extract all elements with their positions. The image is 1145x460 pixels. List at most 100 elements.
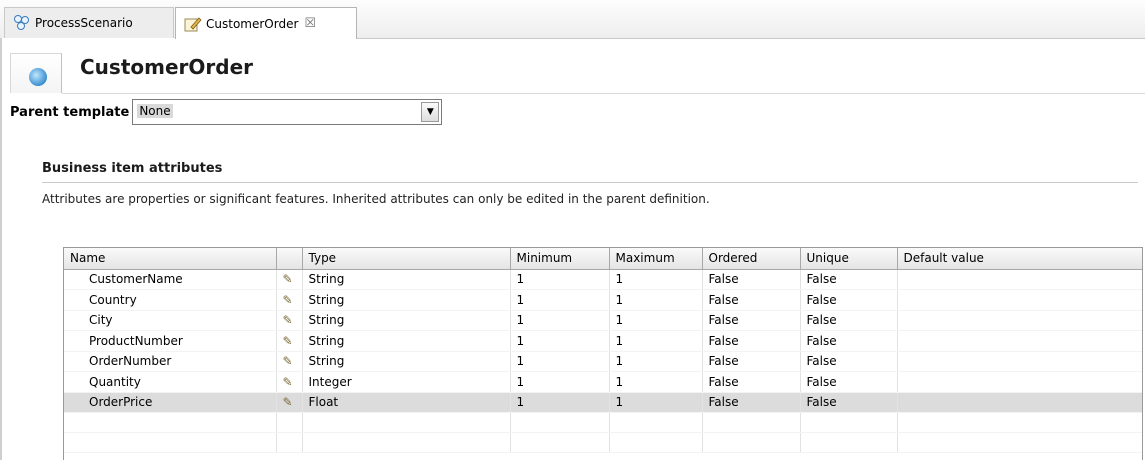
cell-name[interactable]: CustomerName bbox=[64, 269, 277, 290]
cell-empty bbox=[897, 412, 1142, 433]
section-divider bbox=[42, 182, 1138, 183]
cell-maximum[interactable]: 1 bbox=[609, 371, 703, 393]
cell-minimum[interactable]: 1 bbox=[510, 392, 610, 413]
cell-default-value[interactable] bbox=[897, 269, 1142, 290]
table-row[interactable]: OrderNumber ✎ String 1 1 False False bbox=[64, 351, 1142, 372]
pencil-icon[interactable]: ✎ bbox=[276, 269, 303, 290]
column-header-ordered[interactable]: Ordered bbox=[702, 248, 801, 270]
cell-name[interactable]: City bbox=[64, 310, 277, 331]
column-header-name[interactable]: Name bbox=[64, 248, 277, 270]
cell-type[interactable]: String bbox=[302, 351, 511, 372]
cell-empty bbox=[276, 412, 303, 433]
cell-empty bbox=[64, 412, 277, 433]
cell-default-value[interactable] bbox=[897, 330, 1142, 352]
cell-maximum[interactable]: 1 bbox=[609, 330, 703, 352]
parent-template-row: Parent template None ▼ bbox=[10, 96, 443, 128]
tab-process-scenario[interactable]: ProcessScenario bbox=[4, 7, 174, 38]
chevron-down-icon[interactable]: ▼ bbox=[421, 102, 440, 122]
column-header-default-value[interactable]: Default value bbox=[897, 248, 1142, 270]
cell-unique[interactable]: False bbox=[800, 371, 898, 393]
cell-empty bbox=[64, 432, 277, 453]
cell-unique[interactable]: False bbox=[800, 351, 898, 372]
cell-empty bbox=[702, 432, 801, 453]
pencil-icon[interactable]: ✎ bbox=[276, 289, 303, 311]
cell-minimum[interactable]: 1 bbox=[510, 371, 610, 393]
cell-ordered[interactable]: False bbox=[702, 269, 801, 290]
header-icon-box bbox=[10, 53, 62, 93]
pencil-icon[interactable]: ✎ bbox=[276, 392, 303, 413]
cell-default-value[interactable] bbox=[897, 310, 1142, 331]
cell-maximum[interactable]: 1 bbox=[609, 289, 703, 311]
cell-minimum[interactable]: 1 bbox=[510, 310, 610, 331]
cell-type[interactable]: Float bbox=[302, 392, 511, 413]
table-row[interactable]: Country ✎ String 1 1 False False bbox=[64, 289, 1142, 311]
section-description: Attributes are properties or significant… bbox=[42, 192, 710, 206]
tab-customer-order[interactable]: CustomerOrder ☒ bbox=[175, 7, 357, 39]
cell-type[interactable]: String bbox=[302, 310, 511, 331]
table-row-selected[interactable]: OrderPrice ✎ Float 1 1 False False bbox=[64, 392, 1142, 413]
cell-name[interactable]: OrderNumber bbox=[64, 351, 277, 372]
cell-ordered[interactable]: False bbox=[702, 392, 801, 413]
cell-ordered[interactable]: False bbox=[702, 371, 801, 393]
cell-ordered[interactable]: False bbox=[702, 330, 801, 352]
cell-name[interactable]: OrderPrice bbox=[64, 392, 277, 413]
cell-empty bbox=[800, 412, 898, 433]
pencil-icon[interactable]: ✎ bbox=[276, 371, 303, 393]
parent-template-select[interactable]: None ▼ bbox=[132, 99, 443, 125]
cell-name[interactable]: Country bbox=[64, 289, 277, 311]
cell-minimum[interactable]: 1 bbox=[510, 351, 610, 372]
cell-minimum[interactable]: 1 bbox=[510, 330, 610, 352]
table-row[interactable]: City ✎ String 1 1 False False bbox=[64, 310, 1142, 331]
column-header-edit[interactable] bbox=[276, 248, 303, 270]
cell-type[interactable]: Integer bbox=[302, 371, 511, 393]
cell-name[interactable]: Quantity bbox=[64, 371, 277, 393]
cell-type[interactable]: String bbox=[302, 330, 511, 352]
cell-default-value[interactable] bbox=[897, 371, 1142, 393]
pencil-icon[interactable]: ✎ bbox=[276, 351, 303, 372]
close-icon[interactable]: ☒ bbox=[304, 16, 316, 31]
cell-type[interactable]: String bbox=[302, 289, 511, 311]
cell-unique[interactable]: False bbox=[800, 310, 898, 331]
cell-empty bbox=[800, 432, 898, 453]
table-row-empty bbox=[64, 432, 1142, 453]
cell-maximum[interactable]: 1 bbox=[609, 392, 703, 413]
section-title: Business item attributes bbox=[42, 161, 223, 176]
parent-template-label: Parent template bbox=[10, 104, 130, 120]
business-item-edit-icon bbox=[184, 15, 202, 33]
cell-default-value[interactable] bbox=[897, 351, 1142, 372]
cell-maximum[interactable]: 1 bbox=[609, 269, 703, 290]
cell-unique[interactable]: False bbox=[800, 330, 898, 352]
cell-maximum[interactable]: 1 bbox=[609, 310, 703, 331]
cell-empty bbox=[897, 432, 1142, 453]
editor-header: CustomerOrder bbox=[2, 39, 1145, 95]
cell-type[interactable]: String bbox=[302, 269, 511, 290]
business-item-icon bbox=[29, 68, 47, 86]
cell-empty bbox=[302, 412, 511, 433]
tab-label: CustomerOrder bbox=[206, 16, 299, 31]
pencil-icon[interactable]: ✎ bbox=[276, 330, 303, 352]
cell-empty bbox=[510, 412, 610, 433]
cell-ordered[interactable]: False bbox=[702, 351, 801, 372]
cell-default-value[interactable] bbox=[897, 289, 1142, 311]
cell-empty bbox=[609, 432, 703, 453]
cell-ordered[interactable]: False bbox=[702, 310, 801, 331]
cell-minimum[interactable]: 1 bbox=[510, 289, 610, 311]
attributes-table: Name Type Minimum Maximum Ordered Unique… bbox=[63, 247, 1143, 460]
cell-unique[interactable]: False bbox=[800, 269, 898, 290]
cell-default-value[interactable] bbox=[897, 392, 1142, 413]
column-header-unique[interactable]: Unique bbox=[800, 248, 898, 270]
column-header-type[interactable]: Type bbox=[302, 248, 511, 270]
table-row[interactable]: CustomerName ✎ String 1 1 False False bbox=[64, 269, 1142, 290]
cell-unique[interactable]: False bbox=[800, 392, 898, 413]
cell-unique[interactable]: False bbox=[800, 289, 898, 311]
cell-maximum[interactable]: 1 bbox=[609, 351, 703, 372]
column-header-minimum[interactable]: Minimum bbox=[510, 248, 610, 270]
left-frame bbox=[0, 38, 2, 460]
cell-name[interactable]: ProductNumber bbox=[64, 330, 277, 352]
table-row[interactable]: ProductNumber ✎ String 1 1 False False bbox=[64, 330, 1142, 352]
table-row[interactable]: Quantity ✎ Integer 1 1 False False bbox=[64, 371, 1142, 393]
column-header-maximum[interactable]: Maximum bbox=[609, 248, 703, 270]
cell-minimum[interactable]: 1 bbox=[510, 269, 610, 290]
pencil-icon[interactable]: ✎ bbox=[276, 310, 303, 331]
cell-ordered[interactable]: False bbox=[702, 289, 801, 311]
